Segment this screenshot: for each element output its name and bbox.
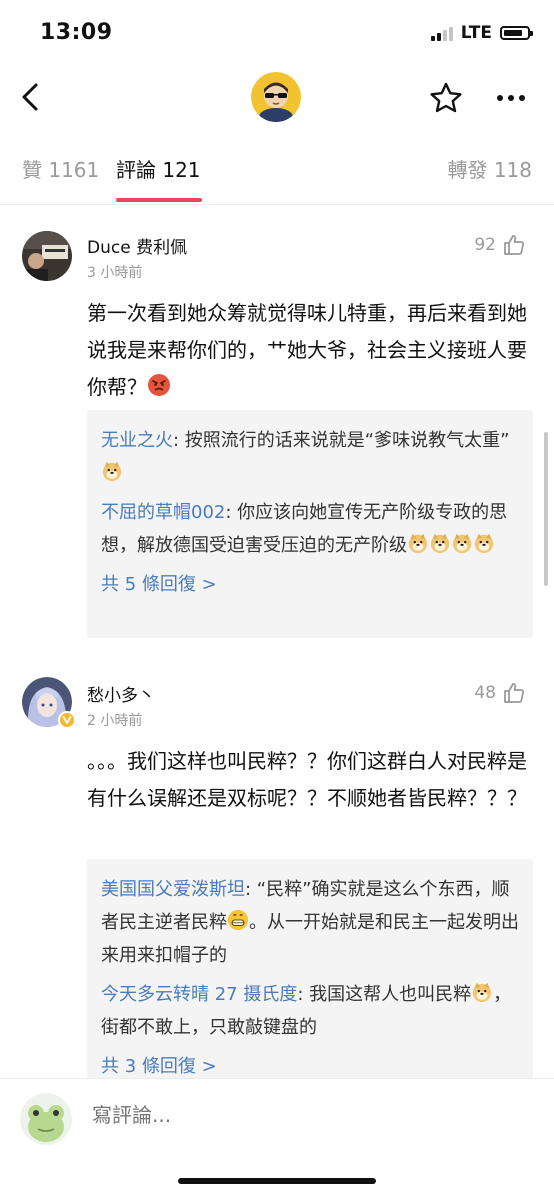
commenter-name[interactable]: Duce 费利佩	[87, 233, 187, 258]
battery-icon	[500, 26, 533, 40]
comment-input[interactable]	[92, 1103, 492, 1127]
my-avatar	[20, 1093, 72, 1145]
replies-box: 无业之火: 按照流行的话来说就是“爹味说教气太重” 不屈的草帽002: 你应该向…	[87, 410, 533, 638]
grinning-teeth-emoji	[227, 909, 249, 931]
active-tab-indicator	[116, 198, 202, 202]
thumbs-up-icon	[504, 235, 524, 255]
author-avatar-image	[251, 72, 301, 122]
reply-author[interactable]: 无业之火	[101, 430, 173, 451]
author-avatar[interactable]	[251, 72, 301, 122]
doge-emoji-group	[407, 533, 495, 556]
star-outline-icon	[430, 82, 462, 113]
tab-comments[interactable]: 評論 121	[116, 154, 201, 183]
more-dots-icon	[497, 95, 525, 101]
reply-author[interactable]: 不屈的草帽002	[101, 502, 225, 523]
reply-text: 按照流行的话来说就是“爹味说教气太重”	[184, 430, 510, 451]
status-indicators: LTE	[430, 23, 533, 43]
my-avatar-image	[20, 1093, 72, 1145]
thumbs-up-icon	[504, 683, 524, 703]
reply-item[interactable]: 今天多云转晴 27 摄氏度: 我国这帮人也叫民粹 ，街都不敢上，只敢敲键盘的	[101, 978, 519, 1044]
more-button[interactable]	[493, 80, 529, 116]
reply-author[interactable]: 今天多云转晴 27 摄氏度	[101, 984, 297, 1005]
commenter-avatar[interactable]	[22, 231, 72, 281]
verified-badge-icon	[58, 711, 76, 729]
angry-face-emoji	[148, 374, 170, 396]
like-count: 92	[474, 235, 496, 255]
status-time: 13:09	[40, 20, 113, 45]
network-type: LTE	[460, 23, 492, 43]
like-button[interactable]: 92	[474, 233, 526, 257]
comment-text: 。。。我们这样也叫民粹？？你们这群白人对民粹是有什么误解还是双标呢？？不顺她者皆…	[87, 749, 527, 810]
doge-emoji	[430, 533, 450, 554]
comment-time: 2 小時前	[87, 713, 143, 729]
reply-text-before: 我国这帮人也叫民粹	[309, 984, 472, 1005]
commenter-avatar[interactable]	[22, 677, 76, 729]
like-count: 48	[474, 683, 496, 703]
comment-time: 3 小時前	[87, 265, 143, 281]
reply-item[interactable]: 不屈的草帽002: 你应该向她宣传无产阶级专政的思想，解放德国受迫害受压迫的无产…	[101, 496, 519, 562]
back-button[interactable]	[14, 79, 50, 115]
signal-icon	[430, 25, 453, 41]
home-indicator[interactable]	[178, 1178, 376, 1184]
like-button[interactable]: 48	[474, 681, 526, 705]
status-bar: 13:09 LTE	[0, 0, 554, 64]
doge-emoji	[452, 533, 472, 554]
replies-box: 美国国父爱泼斯坦: “民粹”确实就是这么个东西，顺者民主逆者民粹 。从一开始就是和…	[87, 859, 533, 1078]
doge-emoji	[474, 533, 494, 554]
reply-author[interactable]: 美国国父爱泼斯坦	[101, 879, 245, 900]
tab-reposts[interactable]: 轉發 118	[447, 154, 532, 183]
favorite-button[interactable]	[428, 80, 464, 116]
doge-emoji	[102, 461, 122, 482]
nav-bar	[0, 64, 554, 130]
doge-emoji	[408, 533, 428, 554]
reply-item[interactable]: 美国国父爱泼斯坦: “民粹”确实就是这么个东西，顺者民主逆者民粹 。从一开始就是和…	[101, 873, 519, 972]
tab-likes[interactable]: 贊 1161	[22, 154, 99, 183]
doge-emoji	[472, 982, 492, 1003]
reply-item[interactable]: 无业之火: 按照流行的话来说就是“爹味说教气太重”	[101, 424, 519, 490]
commenter-name[interactable]: 愁小多丶	[87, 681, 155, 706]
more-replies-link[interactable]: 共 5 條回復 >	[101, 568, 519, 609]
tab-bar: 贊 1161 評論 121 轉發 118	[0, 130, 554, 205]
commenter-avatar-image	[22, 231, 72, 281]
comment-text: 第一次看到她众筹就觉得味儿特重，再后来看到她说我是来帮你们的，艹她大爷，社会主义…	[87, 295, 527, 406]
chevron-left-icon	[22, 83, 38, 111]
scrollbar[interactable]	[544, 432, 548, 586]
comments-screen: 13:09 LTE 贊 1161 評論 121 轉發 118 Duce 费利佩 …	[0, 0, 554, 1200]
